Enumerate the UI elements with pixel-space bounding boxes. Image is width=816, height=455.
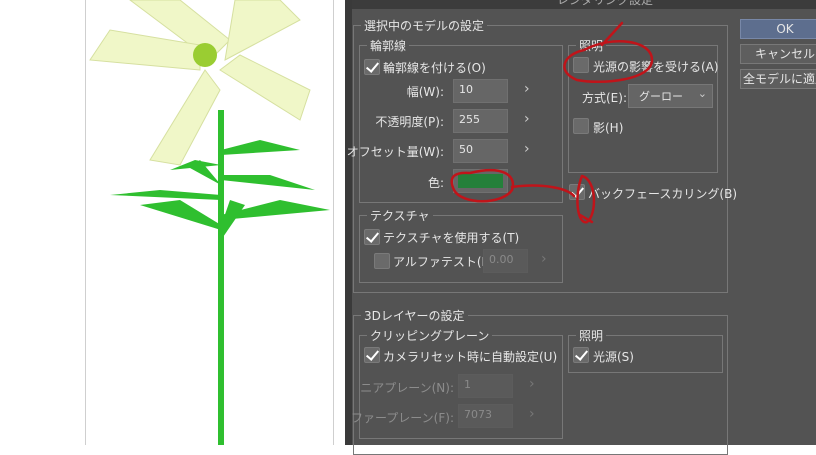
width-label: 幅(W): (406, 85, 444, 99)
shadow-checkbox[interactable] (573, 118, 589, 134)
far-plane-label: ファープレーン(F): (351, 411, 454, 425)
ok-button[interactable]: OK (740, 19, 816, 39)
offset-increment-button[interactable]: › (524, 141, 530, 157)
opacity-input[interactable]: 255 (453, 109, 508, 133)
use-texture-checkbox[interactable] (364, 229, 380, 245)
outline-enable-label: 輪郭線を付ける(O) (383, 61, 486, 75)
light-source-label: 光源(S) (593, 350, 634, 364)
3d-canvas[interactable] (0, 0, 345, 445)
outline-label: 輪郭線 (367, 37, 410, 54)
backface-culling-label: バックフェースカリング(B) (588, 187, 737, 201)
rendering-settings-dialog: レンダリング設定 OK キャンセル 全モデルに適用 選択中のモデルの設定 輪郭線… (345, 0, 816, 455)
clipping-plane-label: クリッピングプレーン (367, 327, 493, 344)
auto-clip-label: カメラリセット時に自動設定(U) (383, 350, 558, 364)
cancel-button[interactable]: キャンセル (740, 44, 816, 64)
alpha-test-label: アルファテスト(L) (393, 255, 493, 269)
use-texture-label: テクスチャを使用する(T) (383, 231, 520, 245)
color-label: 色: (427, 176, 444, 190)
shadow-label: 影(H) (593, 121, 624, 135)
far-plane-input[interactable]: 7073 (458, 404, 513, 428)
near-plane-label: ニアプレーン(N): (360, 381, 454, 395)
outline-enable-checkbox[interactable] (364, 59, 380, 75)
opacity-increment-button[interactable]: › (524, 111, 530, 127)
apply-all-button[interactable]: 全モデルに適用 (740, 69, 816, 89)
texture-group: テクスチャ (359, 207, 563, 283)
lighting-label: 照明 (576, 37, 607, 54)
width-increment-button[interactable]: › (524, 81, 530, 97)
offset-label: オフセット量(W): (346, 145, 444, 159)
near-plane-increment-button[interactable]: › (529, 376, 535, 392)
method-select[interactable]: グーロー ⌄ (628, 84, 713, 108)
method-value: グーロー (639, 90, 683, 103)
offset-input[interactable]: 50 (453, 139, 508, 163)
alpha-test-input[interactable]: 0.00 (483, 249, 528, 273)
auto-clip-checkbox[interactable] (364, 347, 380, 363)
layer-lighting-label: 照明 (576, 327, 607, 344)
alpha-test-increment-button[interactable]: › (541, 251, 547, 267)
method-label: 方式(E): (582, 91, 627, 105)
dialog-title: レンダリング設定 (557, 0, 654, 7)
light-affected-checkbox[interactable] (573, 57, 589, 73)
title-bar[interactable]: レンダリング設定 (352, 0, 816, 9)
light-affected-label: 光源の影響を受ける(A) (593, 60, 719, 74)
chevron-down-icon: ⌄ (697, 87, 707, 100)
light-source-checkbox[interactable] (573, 347, 589, 363)
layer-lighting-group: 照明 (568, 327, 723, 373)
far-plane-increment-button[interactable]: › (529, 406, 535, 422)
width-input[interactable]: 10 (453, 79, 508, 103)
backface-culling-checkbox[interactable] (569, 184, 585, 200)
layer-settings-label: 3Dレイヤーの設定 (361, 307, 468, 324)
opacity-label: 不透明度(P): (375, 115, 444, 129)
near-plane-input[interactable]: 1 (458, 374, 513, 398)
color-swatch[interactable] (453, 169, 508, 193)
model-settings-label: 選択中のモデルの設定 (361, 17, 488, 34)
alpha-test-checkbox[interactable] (374, 253, 390, 269)
lily-model (89, 0, 330, 445)
texture-label: テクスチャ (367, 207, 433, 224)
